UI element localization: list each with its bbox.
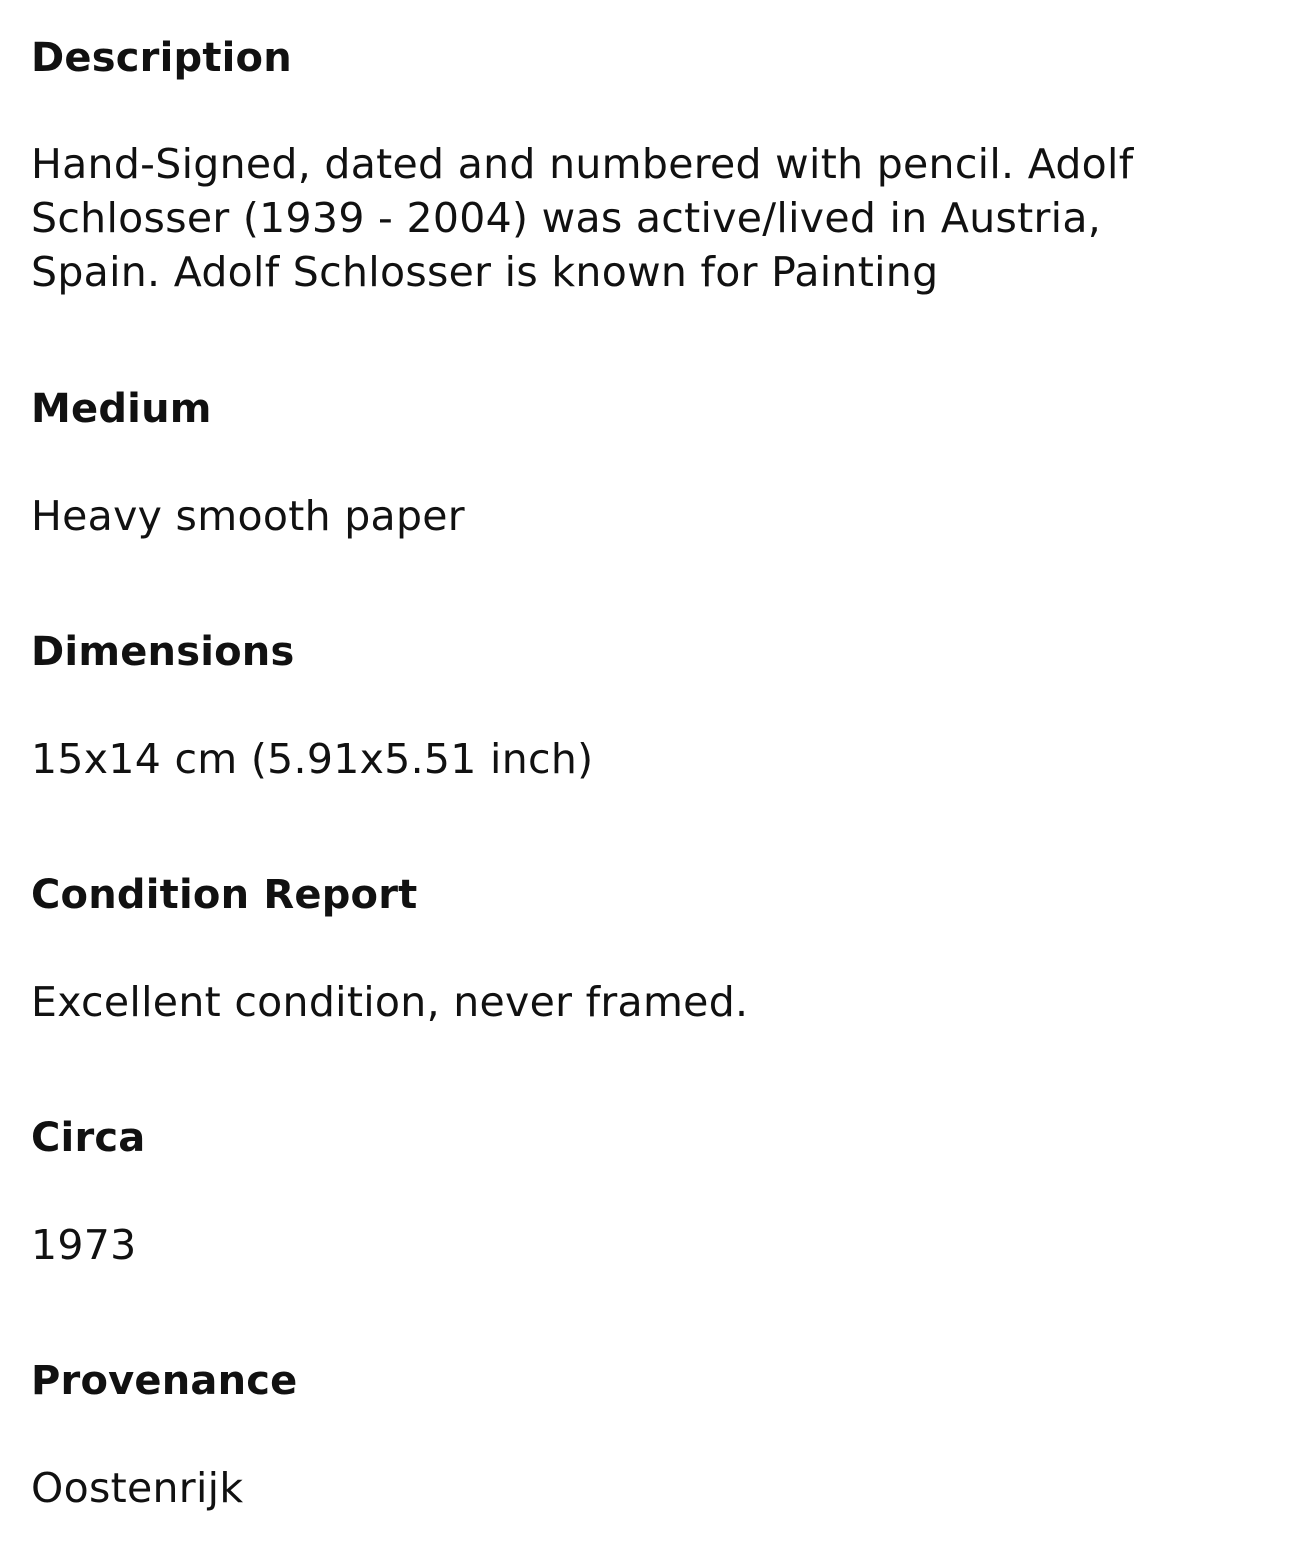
description-line: Hand-Signed, dated and numbered with pen… [31,140,1134,188]
description-line: Schlosser (1939 - 2004) was active/lived… [31,194,1102,242]
provenance-value: Oostenrijk [31,1464,244,1512]
medium-heading: Medium [31,386,212,432]
circa-heading: Circa [31,1115,146,1161]
dimensions-heading: Dimensions [31,629,295,675]
medium-value: Heavy smooth paper [31,492,465,540]
condition-report-value: Excellent condition, never framed. [31,978,749,1026]
circa-value: 1973 [31,1221,137,1269]
description-heading: Description [31,35,292,81]
provenance-heading: Provenance [31,1358,298,1404]
description-text: Hand-Signed, dated and numbered with pen… [31,137,1261,299]
dimensions-value: 15x14 cm (5.91x5.51 inch) [31,735,594,783]
condition-report-heading: Condition Report [31,872,418,918]
description-line: Spain. Adolf Schlosser is known for Pain… [31,248,939,296]
